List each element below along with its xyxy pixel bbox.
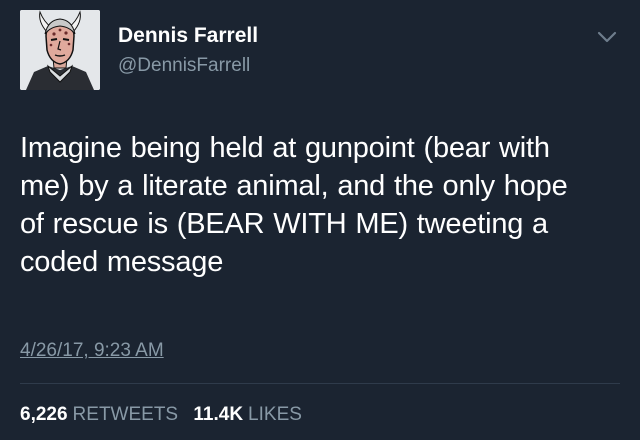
tweet-timestamp[interactable]: 4/26/17, 9:23 AM [20,340,164,362]
tweet-text-line: of rescue is (BEAR WITH ME) tweeting a [20,208,548,240]
tweet-text-line: Imagine being held at gunpoint (bear wit… [20,132,550,164]
tweet-text-line: coded message [20,246,224,278]
author-handle[interactable]: @DennisFarrell [118,55,250,77]
author-name[interactable]: Dennis Farrell [118,24,258,48]
tweet-text: Imagine being held at gunpoint (bear wit… [20,129,630,281]
retweet-count: 6,226 [20,404,68,425]
divider [20,383,620,384]
tweet-text-line: me) by a literate animal, and the only h… [20,170,568,202]
retweet-label: RETWEETS [72,404,179,425]
like-label: LIKES [248,404,302,425]
tweet-stats: 6,226 RETWEETS 11.4K LIKES [20,404,312,426]
comic-character-avatar-icon [20,10,100,90]
avatar[interactable] [20,10,100,90]
tweet-card: Dennis Farrell @DennisFarrell Imagine be… [0,0,640,440]
likes-stat[interactable]: 11.4K LIKES [193,404,302,426]
retweets-stat[interactable]: 6,226 RETWEETS [20,404,178,426]
like-count: 11.4K [193,404,244,425]
chevron-down-icon[interactable] [596,29,618,45]
